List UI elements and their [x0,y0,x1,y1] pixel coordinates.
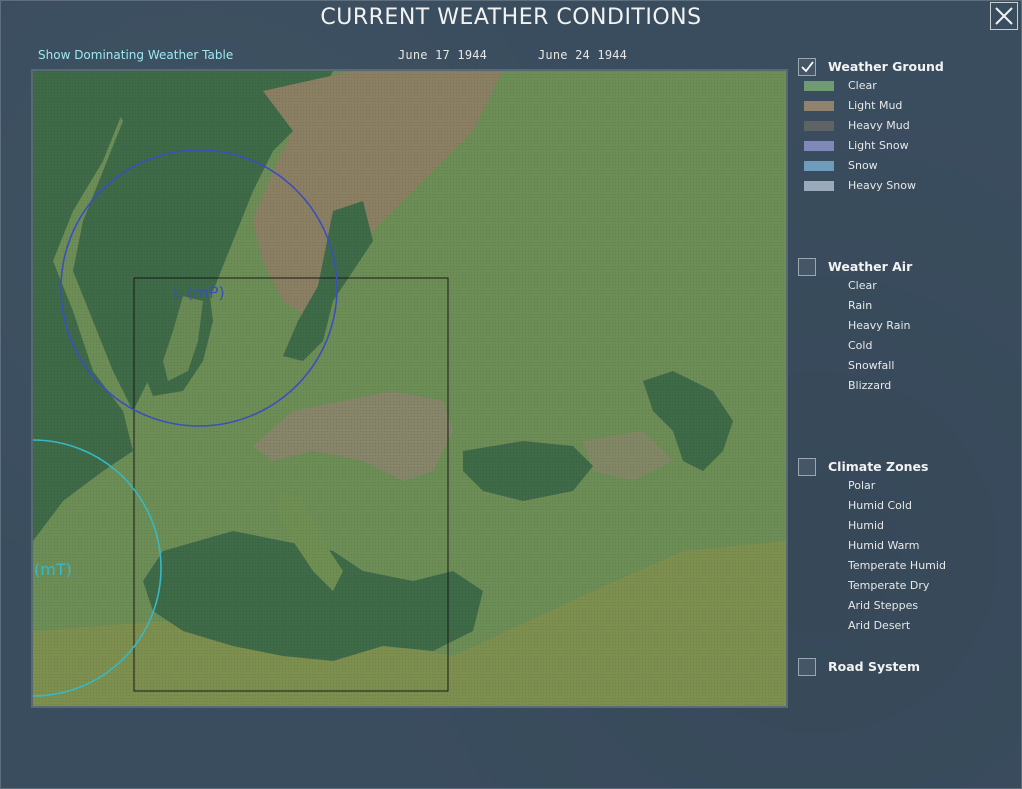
climate-zones-title[interactable]: Climate Zones [828,459,928,474]
road-system-title[interactable]: Road System [828,659,920,674]
europe-map: L (mP) (mT) [33,71,786,706]
map-texture [33,71,786,706]
road-system-checkbox[interactable] [798,658,816,676]
close-button[interactable] [990,2,1018,30]
weather-ground-checkbox[interactable] [798,58,816,76]
weather-air-checkbox[interactable] [798,258,816,276]
climate-zones-checkbox[interactable] [798,458,816,476]
show-weather-table-link[interactable]: Show Dominating Weather Table [38,48,233,62]
weather-ground-title[interactable]: Weather Ground [828,59,944,74]
weather-map[interactable]: L (mP) (mT) [31,69,788,708]
swatch-light-mud [804,101,834,111]
swatch-snow [804,161,834,171]
date-next[interactable]: June 24 1944 [538,48,627,62]
weather-air-title[interactable]: Weather Air [828,259,912,274]
close-icon [995,7,1013,25]
window-title: CURRENT WEATHER CONDITIONS [320,5,702,30]
low-pressure-label: L (mP) [173,283,225,302]
swatch-light-snow [804,141,834,151]
checkmark-icon [801,61,814,73]
swatch-clear [804,81,834,91]
swatch-heavy-mud [804,121,834,131]
date-current[interactable]: June 17 1944 [398,48,487,62]
mt-label: (mT) [34,560,72,579]
swatch-heavy-snow [804,181,834,191]
